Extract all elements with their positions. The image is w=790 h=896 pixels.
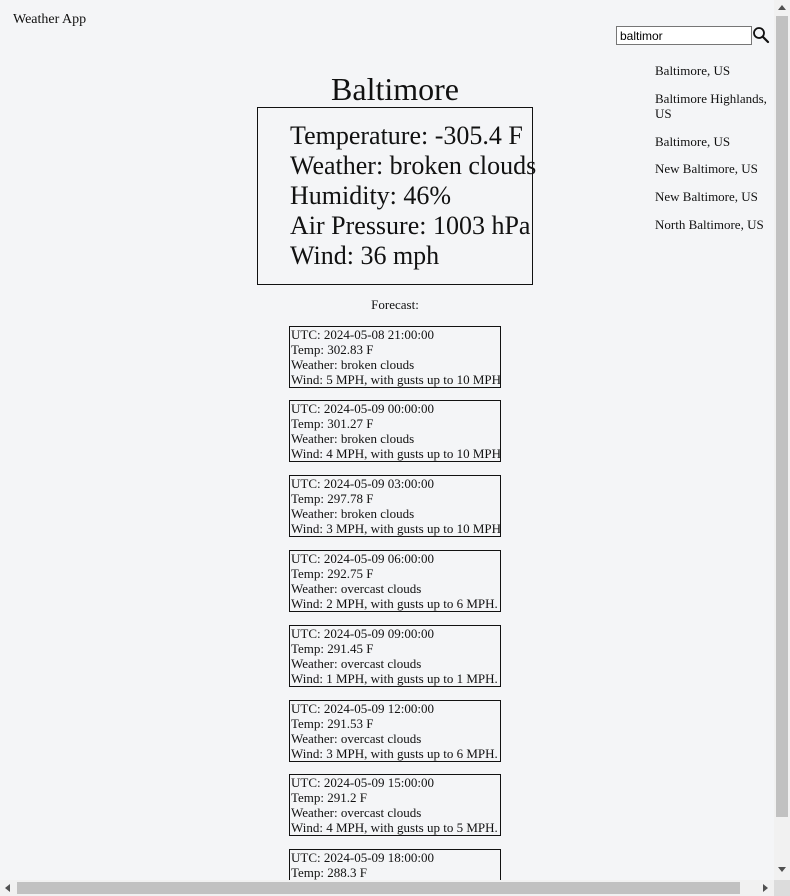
forecast-wind: Wind: 4 MPH, with gusts up to 10 MPH.	[291, 446, 501, 461]
current-wind: Wind: 36 mph	[290, 241, 440, 270]
forecast-wind: Wind: 5 MPH, with gusts up to 10 MPH.	[291, 372, 501, 387]
forecast-time: UTC: 2024-05-09 18:00:00	[291, 850, 434, 865]
forecast-wind: Wind: 4 MPH, with gusts up to 5 MPH.	[291, 820, 498, 835]
scroll-right-arrow-icon[interactable]	[763, 884, 768, 892]
browser-viewport: Weather App Baltimore, US Baltimore High…	[0, 0, 790, 896]
current-weather: Weather: broken clouds	[290, 151, 537, 180]
forecast-weather: Weather: broken clouds	[291, 357, 415, 372]
current-temperature: Temperature: -305.4 F	[290, 121, 523, 150]
forecast-card: UTC: 2024-05-09 00:00:00 Temp: 301.27 F …	[289, 400, 501, 462]
forecast-time: UTC: 2024-05-09 15:00:00	[291, 775, 434, 790]
search-button[interactable]	[752, 26, 770, 44]
suggestion-item[interactable]: Baltimore, US	[655, 63, 730, 78]
forecast-temp: Temp: 301.27 F	[291, 416, 374, 431]
suggestion-item[interactable]: New Baltimore, US	[655, 161, 758, 176]
search-icon	[753, 27, 770, 44]
forecast-time: UTC: 2024-05-09 06:00:00	[291, 551, 434, 566]
forecast-card: UTC: 2024-05-09 15:00:00 Temp: 291.2 F W…	[289, 774, 501, 836]
forecast-temp: Temp: 288.3 F	[291, 865, 368, 880]
forecast-temp: Temp: 297.78 F	[291, 491, 374, 506]
forecast-weather: Weather: overcast clouds	[291, 731, 422, 746]
forecast-temp: Temp: 291.2 F	[291, 790, 368, 805]
forecast-wind: Wind: 3 MPH, with gusts up to 6 MPH.	[291, 746, 498, 761]
forecast-card: UTC: 2024-05-08 21:00:00 Temp: 302.83 F …	[289, 326, 501, 388]
current-humidity: Humidity: 46%	[290, 181, 452, 210]
forecast-time: UTC: 2024-05-08 21:00:00	[291, 327, 434, 342]
forecast-card: UTC: 2024-05-09 12:00:00 Temp: 291.53 F …	[289, 700, 501, 762]
forecast-weather: Weather: overcast clouds	[291, 656, 422, 671]
vertical-scrollbar[interactable]	[774, 0, 790, 880]
forecast-temp: Temp: 302.83 F	[291, 342, 374, 357]
suggestion-item[interactable]: New Baltimore, US	[655, 189, 758, 204]
current-pressure: Air Pressure: 1003 hPa	[290, 211, 531, 240]
forecast-weather: Weather: broken clouds	[291, 431, 415, 446]
forecast-time: UTC: 2024-05-09 03:00:00	[291, 476, 434, 491]
forecast-card: UTC: 2024-05-09 03:00:00 Temp: 297.78 F …	[289, 475, 501, 537]
scroll-down-arrow-icon[interactable]	[778, 867, 786, 872]
forecast-card: UTC: 2024-05-09 18:00:00 Temp: 288.3 F	[289, 849, 501, 880]
page-content: Weather App Baltimore, US Baltimore High…	[0, 0, 774, 880]
forecast-time: UTC: 2024-05-09 09:00:00	[291, 626, 434, 641]
horizontal-scroll-thumb[interactable]	[17, 882, 740, 894]
suggestion-item[interactable]: North Baltimore, US	[655, 217, 773, 232]
forecast-card: UTC: 2024-05-09 09:00:00 Temp: 291.45 F …	[289, 625, 501, 687]
search-input[interactable]	[616, 26, 752, 45]
scroll-up-arrow-icon[interactable]	[778, 5, 786, 10]
forecast-weather: Weather: overcast clouds	[291, 805, 422, 820]
forecast-temp: Temp: 291.53 F	[291, 716, 374, 731]
current-weather-box: Temperature: -305.4 F Weather: broken cl…	[257, 107, 537, 285]
city-name: Baltimore	[331, 71, 459, 107]
forecast-label: Forecast:	[371, 297, 419, 312]
forecast-wind: Wind: 1 MPH, with gusts up to 1 MPH.	[291, 671, 498, 686]
forecast-weather: Weather: overcast clouds	[291, 581, 422, 596]
forecast-temp: Temp: 292.75 F	[291, 566, 374, 581]
suggestion-item[interactable]: Baltimore, US	[655, 134, 730, 149]
app-title: Weather App	[13, 12, 87, 27]
search-box	[616, 26, 752, 45]
forecast-temp: Temp: 291.45 F	[291, 641, 374, 656]
forecast-wind: Wind: 3 MPH, with gusts up to 10 MPH.	[291, 521, 501, 536]
forecast-wind: Wind: 2 MPH, with gusts up to 6 MPH.	[291, 596, 498, 611]
forecast-time: UTC: 2024-05-09 12:00:00	[291, 701, 434, 716]
forecast-card: UTC: 2024-05-09 06:00:00 Temp: 292.75 F …	[289, 550, 501, 612]
vertical-scroll-thumb[interactable]	[776, 16, 788, 817]
scroll-left-arrow-icon[interactable]	[5, 884, 10, 892]
horizontal-scrollbar[interactable]	[0, 880, 774, 896]
forecast-time: UTC: 2024-05-09 00:00:00	[291, 401, 434, 416]
forecast-weather: Weather: broken clouds	[291, 506, 415, 521]
scrollbar-corner	[774, 880, 790, 896]
suggestion-item[interactable]: Baltimore Highlands, US	[655, 91, 773, 121]
